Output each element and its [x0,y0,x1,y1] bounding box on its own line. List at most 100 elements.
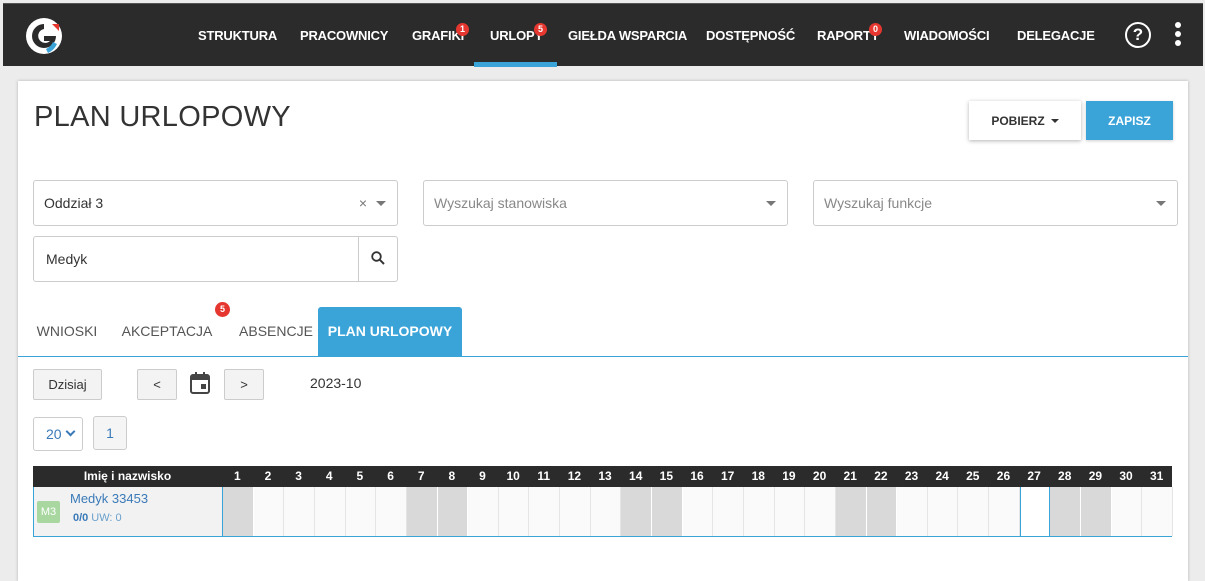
department-select[interactable]: Oddział 3 × [33,180,398,226]
position-select[interactable]: Wyszukaj stanowiska [423,180,788,226]
save-button[interactable]: ZAPISZ [1086,101,1173,140]
day-header: 9 [479,469,486,483]
day-cell[interactable] [590,487,622,536]
employee-search [33,236,398,282]
day-cell[interactable] [682,487,714,536]
clear-icon[interactable]: × [359,181,367,225]
day-header: 5 [356,469,364,483]
nav-item-urlopy[interactable]: URLOPY [474,4,557,67]
nav-item-dostepnosc[interactable]: DOSTĘPNOŚĆ [706,4,795,67]
function-select-placeholder: Wyszukaj funkcje [824,195,933,211]
day-header: 19 [782,469,796,483]
chevron-down-icon [1156,201,1166,206]
day-cell[interactable] [1111,487,1143,536]
day-header: 11 [537,469,551,483]
employee-name-link[interactable]: Medyk 33453 [70,491,148,506]
day-header: 16 [690,469,704,483]
current-month-label: 2023-10 [310,375,362,391]
employee-stats: 0/0 UW: 0 [73,512,122,524]
department-select-value: Oddział 3 [44,195,104,211]
day-cell[interactable] [866,487,898,536]
tabs-bar: WNIOSKI AKCEPTACJA 5 ABSENCJE PLAN URLOP… [18,302,1188,357]
tab-absencje[interactable]: ABSENCJE [230,307,322,356]
download-dropdown-button[interactable]: POBIERZ [969,101,1081,140]
day-cell[interactable] [805,487,836,536]
day-cell[interactable] [1050,487,1082,536]
day-header: 12 [567,469,582,483]
day-header: 28 [1058,469,1072,483]
day-cell[interactable] [223,487,254,536]
page-size-select[interactable]: 20 [33,417,83,451]
pagination-page-1[interactable]: 1 [93,416,127,450]
day-cell[interactable] [927,487,959,536]
nav-badge-grafiki: 1 [456,23,469,36]
day-header: 22 [874,469,888,483]
download-button-label: POBIERZ [991,113,1045,128]
chevron-down-icon [766,201,776,206]
nav-item-wiadomosci[interactable]: WIADOMOŚCI [904,4,990,67]
day-cell[interactable] [437,487,469,536]
calendar-icon[interactable] [190,372,210,394]
day-header: 1 [233,469,241,483]
day-header: 7 [417,469,425,483]
tab-wnioski[interactable]: WNIOSKI [26,307,108,356]
nav-item-gielda-wsparcia[interactable]: GIEŁDA WSPARCIA [568,4,687,67]
day-header: 25 [966,469,980,483]
prev-month-button[interactable]: < [137,369,177,400]
main-card: PLAN URLOPOWY POBIERZ ZAPISZ Oddział 3 ×… [18,81,1188,581]
day-cell[interactable] [989,487,1020,536]
employee-search-input[interactable] [34,237,358,281]
day-cell[interactable] [406,487,438,536]
nav-badge-urlopy: 5 [534,23,547,36]
day-header: 18 [751,469,765,483]
day-cell[interactable] [468,487,499,536]
tab-plan-urlopowy[interactable]: PLAN URLOPOWY [318,307,462,356]
day-cell[interactable] [743,487,775,536]
day-cell[interactable] [529,487,561,536]
day-cell[interactable] [1019,487,1051,536]
function-select[interactable]: Wyszukaj funkcje [813,180,1178,226]
day-cell[interactable] [835,487,867,536]
tab-akceptacja[interactable]: AKCEPTACJA [118,307,216,356]
nav-item-grafiki[interactable]: GRAFIKI [412,4,464,67]
day-cell[interactable] [498,487,530,536]
today-button[interactable]: Dzisiaj [33,369,102,400]
employee-name-cell: M3 Medyk 33453 0/0 UW: 0 [34,487,223,536]
day-cell[interactable] [1081,487,1112,536]
day-header: 26 [996,469,1011,483]
tab-badge-akceptacja: 5 [215,302,230,317]
day-cell[interactable] [713,487,744,536]
day-cell[interactable] [253,487,285,536]
nav-item-pracownicy[interactable]: PRACOWNICY [300,4,388,67]
day-header: 2 [264,469,272,483]
nav-item-delegacje[interactable]: DELEGACJE [1017,4,1095,67]
day-header: 13 [598,469,612,483]
search-button[interactable] [358,237,397,281]
day-cell[interactable] [621,487,653,536]
day-header: 3 [295,469,302,483]
more-options-icon[interactable] [1171,22,1185,50]
day-header: 21 [843,469,857,483]
day-cell[interactable] [345,487,377,536]
app-logo-icon[interactable] [24,16,64,56]
day-cell[interactable] [376,487,407,536]
day-cell[interactable] [284,487,315,536]
day-header: 4 [325,469,333,483]
day-header: 15 [659,469,674,483]
day-cell[interactable] [897,487,928,536]
day-cell[interactable] [1142,487,1173,536]
avatar: M3 [37,501,60,523]
position-select-placeholder: Wyszukaj stanowiska [434,195,567,211]
day-cell[interactable] [560,487,591,536]
next-month-button[interactable]: > [224,369,264,400]
day-cell[interactable] [652,487,683,536]
nav-item-struktura[interactable]: STRUKTURA [198,4,277,67]
day-cell[interactable] [774,487,806,536]
top-navigation-bar: STRUKTURA PRACOWNICY GRAFIKI 1 URLOPY 5 … [3,3,1203,67]
day-header: 30 [1119,469,1133,483]
day-cell[interactable] [314,487,346,536]
day-header: 10 [506,469,520,483]
day-cell[interactable] [958,487,990,536]
nav-item-raporty[interactable]: RAPORTY [817,4,879,67]
help-icon[interactable]: ? [1125,22,1151,48]
